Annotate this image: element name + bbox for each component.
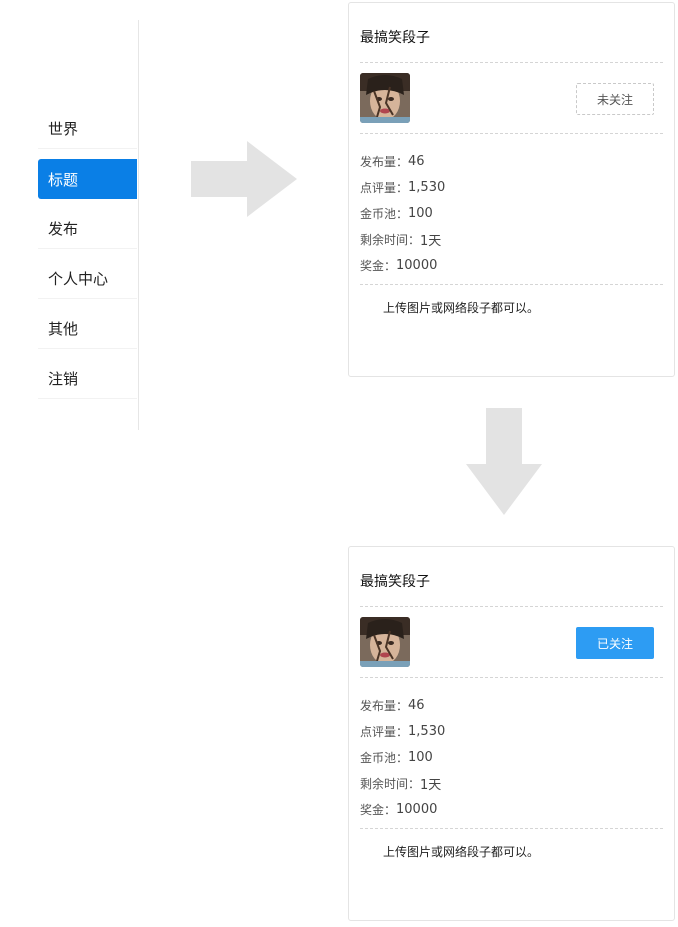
stat-label: 奖金：: [360, 258, 397, 273]
stat-coin-pool: 金币池： 100: [360, 200, 445, 226]
sidebar-item-title[interactable]: 标题: [38, 159, 137, 199]
divider: [360, 677, 663, 678]
stat-value: 10000: [396, 801, 438, 817]
stat-label: 奖金：: [360, 802, 397, 817]
stat-remaining-time: 剩余时间： 1天: [360, 226, 445, 252]
sidebar: 世界 标题 发布 个人中心 其他 注销: [38, 20, 139, 430]
stat-value: 46: [408, 697, 425, 713]
divider: [360, 62, 663, 63]
follow-button[interactable]: 已关注: [576, 627, 654, 659]
avatar: [360, 73, 410, 123]
stat-bonus: 奖金： 10000: [360, 796, 445, 822]
sidebar-item-label: 其他: [48, 320, 79, 338]
stat-value: 1,530: [408, 179, 446, 195]
stat-label: 发布量：: [360, 154, 409, 169]
sidebar-item-label: 世界: [48, 120, 79, 138]
divider: [360, 606, 663, 607]
stat-remaining-time: 剩余时间： 1天: [360, 770, 445, 796]
stat-coin-pool: 金币池： 100: [360, 744, 445, 770]
stat-value: 1天: [420, 233, 442, 249]
sidebar-item-publish[interactable]: 发布: [38, 209, 137, 249]
stat-value: 46: [408, 153, 425, 169]
contest-card-before: 最搞笑段子 未关注 发布量： 46 点评量： 1,530 金币池： 100 剩余时间：…: [348, 2, 675, 377]
sidebar-item-label: 注销: [48, 370, 79, 388]
sidebar-item-world[interactable]: 世界: [38, 109, 137, 149]
arrow-right-icon: [191, 141, 297, 217]
follow-button[interactable]: 未关注: [576, 83, 654, 115]
contest-card-after: 最搞笑段子 已关注 发布量： 46 点评量： 1,530 金币池： 100 剩余时间：…: [348, 546, 675, 921]
sidebar-item-label: 发布: [48, 220, 79, 238]
stats-list: 发布量： 46 点评量： 1,530 金币池： 100 剩余时间： 1天 奖金： 1000…: [360, 692, 445, 822]
sidebar-item-other[interactable]: 其他: [38, 309, 137, 349]
stat-posts: 发布量： 46: [360, 692, 445, 718]
stat-label: 点评量：: [360, 180, 409, 195]
sidebar-item-personal-center[interactable]: 个人中心: [38, 259, 137, 299]
stat-value: 100: [408, 749, 433, 765]
card-description: 上传图片或网络段子都可以。: [383, 845, 540, 859]
stat-posts: 发布量： 46: [360, 148, 445, 174]
stat-value: 1天: [420, 777, 442, 793]
stat-value: 10000: [396, 257, 438, 273]
stat-label: 剩余时间：: [360, 776, 421, 791]
card-title: 最搞笑段子: [360, 30, 430, 46]
card-description: 上传图片或网络段子都可以。: [383, 301, 540, 315]
stat-label: 金币池：: [360, 206, 409, 221]
arrow-down-icon: [466, 408, 542, 515]
stat-bonus: 奖金： 10000: [360, 252, 445, 278]
stat-label: 点评量：: [360, 724, 409, 739]
stats-list: 发布量： 46 点评量： 1,530 金币池： 100 剩余时间： 1天 奖金： 1000…: [360, 148, 445, 278]
divider: [360, 284, 663, 285]
divider: [360, 133, 663, 134]
stat-label: 金币池：: [360, 750, 409, 765]
sidebar-item-logout[interactable]: 注销: [38, 359, 137, 399]
stat-reviews: 点评量： 1,530: [360, 174, 445, 200]
stat-value: 1,530: [408, 723, 446, 739]
sidebar-item-label: 个人中心: [48, 270, 109, 288]
stat-value: 100: [408, 205, 433, 221]
avatar: [360, 617, 410, 667]
stat-label: 剩余时间：: [360, 232, 421, 247]
stat-label: 发布量：: [360, 698, 409, 713]
sidebar-item-label: 标题: [48, 170, 79, 189]
card-title: 最搞笑段子: [360, 574, 430, 590]
divider: [360, 828, 663, 829]
stat-reviews: 点评量： 1,530: [360, 718, 445, 744]
